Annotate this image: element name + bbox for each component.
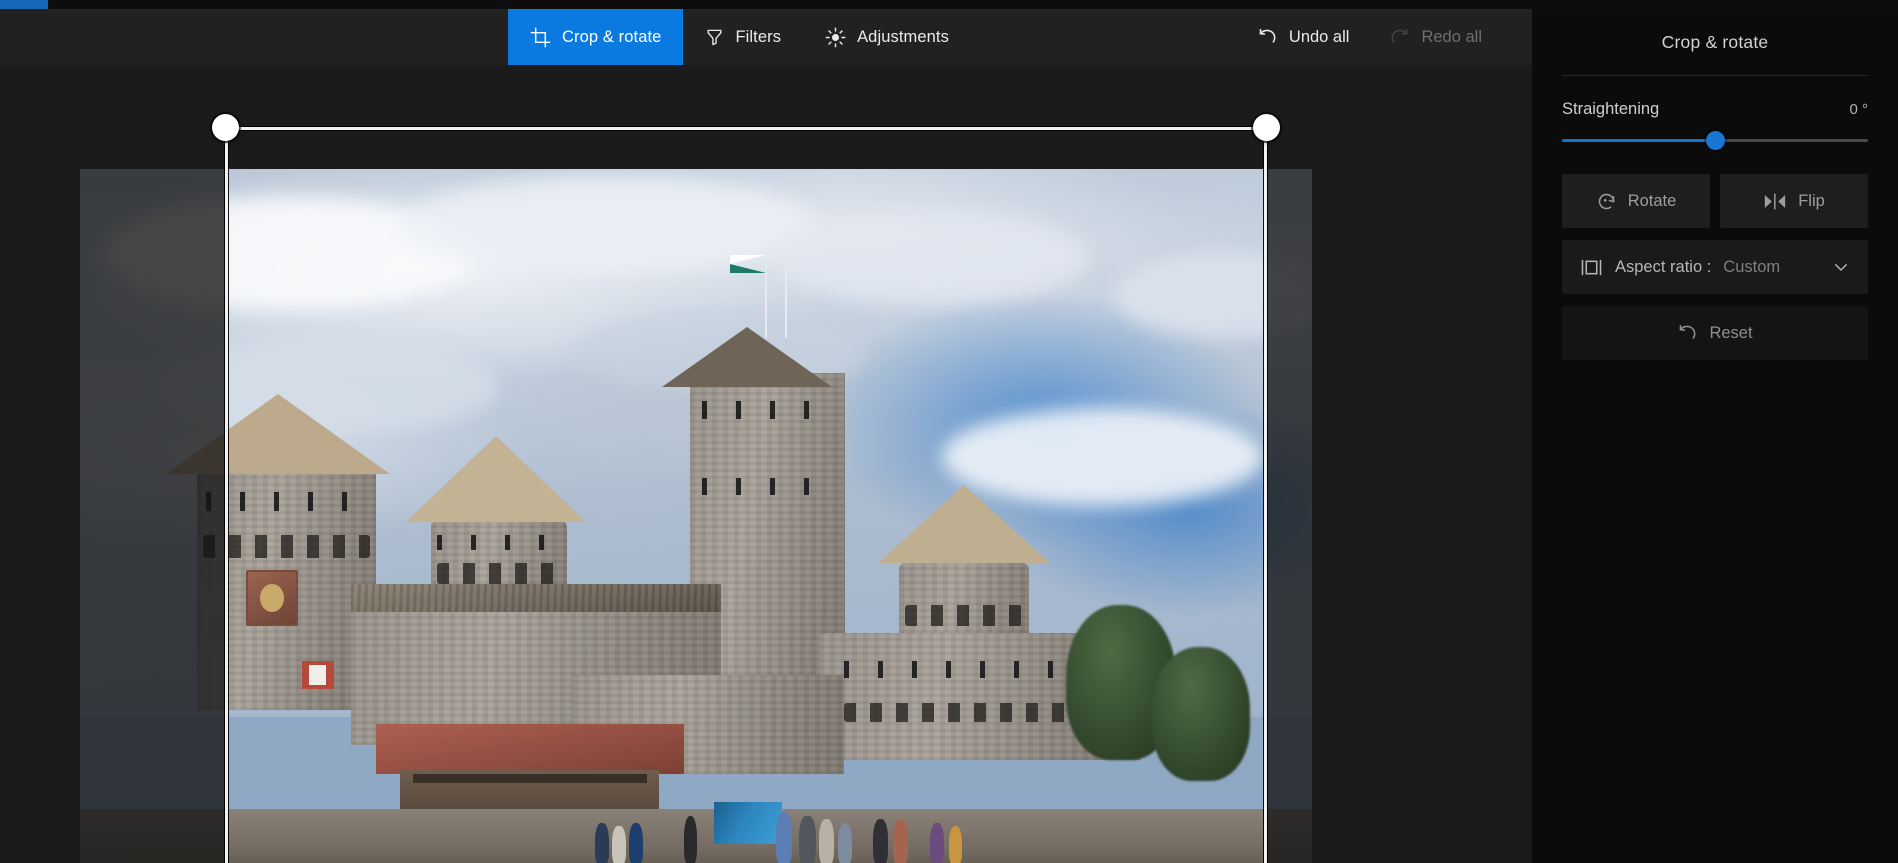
filter-icon [705,27,724,48]
undo-all-button[interactable]: Undo all [1241,18,1366,57]
straightening-value: 0 ° [1849,101,1868,118]
redo-all-label: Redo all [1421,27,1482,46]
window-chrome-sliver [0,0,1898,9]
tab-adjustments-label: Adjustments [857,27,949,46]
tab-filters[interactable]: Filters [683,9,803,65]
tab-crop-rotate-label: Crop & rotate [562,27,662,46]
straightening-slider-fill [1562,139,1715,142]
aspect-ratio-label: Aspect ratio : [1615,257,1712,276]
straightening-slider[interactable] [1562,131,1868,150]
transform-buttons: Rotate Flip [1532,148,1898,228]
editor-canvas[interactable] [0,9,1532,863]
flip-icon [1763,192,1787,211]
aspect-ratio-icon [1580,258,1603,277]
crop-handle-top-left[interactable] [212,114,239,141]
rotate-button[interactable]: Rotate [1562,174,1710,228]
tab-crop-rotate[interactable]: Crop & rotate [508,9,684,65]
tab-adjustments[interactable]: Adjustments [803,9,971,65]
redo-icon [1389,27,1410,48]
redo-all-button[interactable]: Redo all [1373,18,1498,57]
reset-button[interactable]: Reset [1562,306,1868,360]
reset-label: Reset [1709,323,1753,342]
rotate-icon [1596,191,1617,212]
tab-filters-label: Filters [735,27,782,46]
straightening-control: Straightening 0 ° [1532,76,1898,150]
straightening-header: Straightening 0 ° [1562,100,1868,119]
photo-editor-window: Crop & rotate Filters Adjustments Undo a… [0,0,1898,863]
photo-crop-region[interactable] [225,127,1267,863]
crop-rotate-panel: Crop & rotate Straightening 0 ° Rotate F… [1532,9,1898,863]
undo-icon [1257,27,1278,48]
reset-icon [1677,323,1698,344]
straightening-label: Straightening [1562,100,1660,118]
chevron-down-icon[interactable] [1832,258,1850,276]
window-accent-bar [0,0,48,9]
toolbar-history-actions: Undo all Redo all [1241,9,1532,65]
flip-button[interactable]: Flip [1720,174,1868,228]
aspect-ratio-select[interactable]: Aspect ratio : Custom [1562,240,1868,294]
crop-handle-top-right[interactable] [1253,114,1280,141]
vaud-flag-icon [730,255,767,274]
crop-icon [530,27,551,48]
editor-toolbar: Crop & rotate Filters Adjustments Undo a… [0,9,1532,65]
panel-title: Crop & rotate [1661,31,1769,52]
flip-label: Flip [1798,191,1825,210]
straightening-slider-thumb[interactable] [1705,131,1725,150]
undo-all-label: Undo all [1288,27,1350,46]
toolbar-tabs: Crop & rotate Filters Adjustments [508,9,971,65]
photo-scene [225,169,1267,863]
rotate-label: Rotate [1627,191,1677,210]
aspect-ratio-value: Custom [1723,257,1781,276]
brightness-icon [825,27,846,48]
information-banner [714,801,783,844]
